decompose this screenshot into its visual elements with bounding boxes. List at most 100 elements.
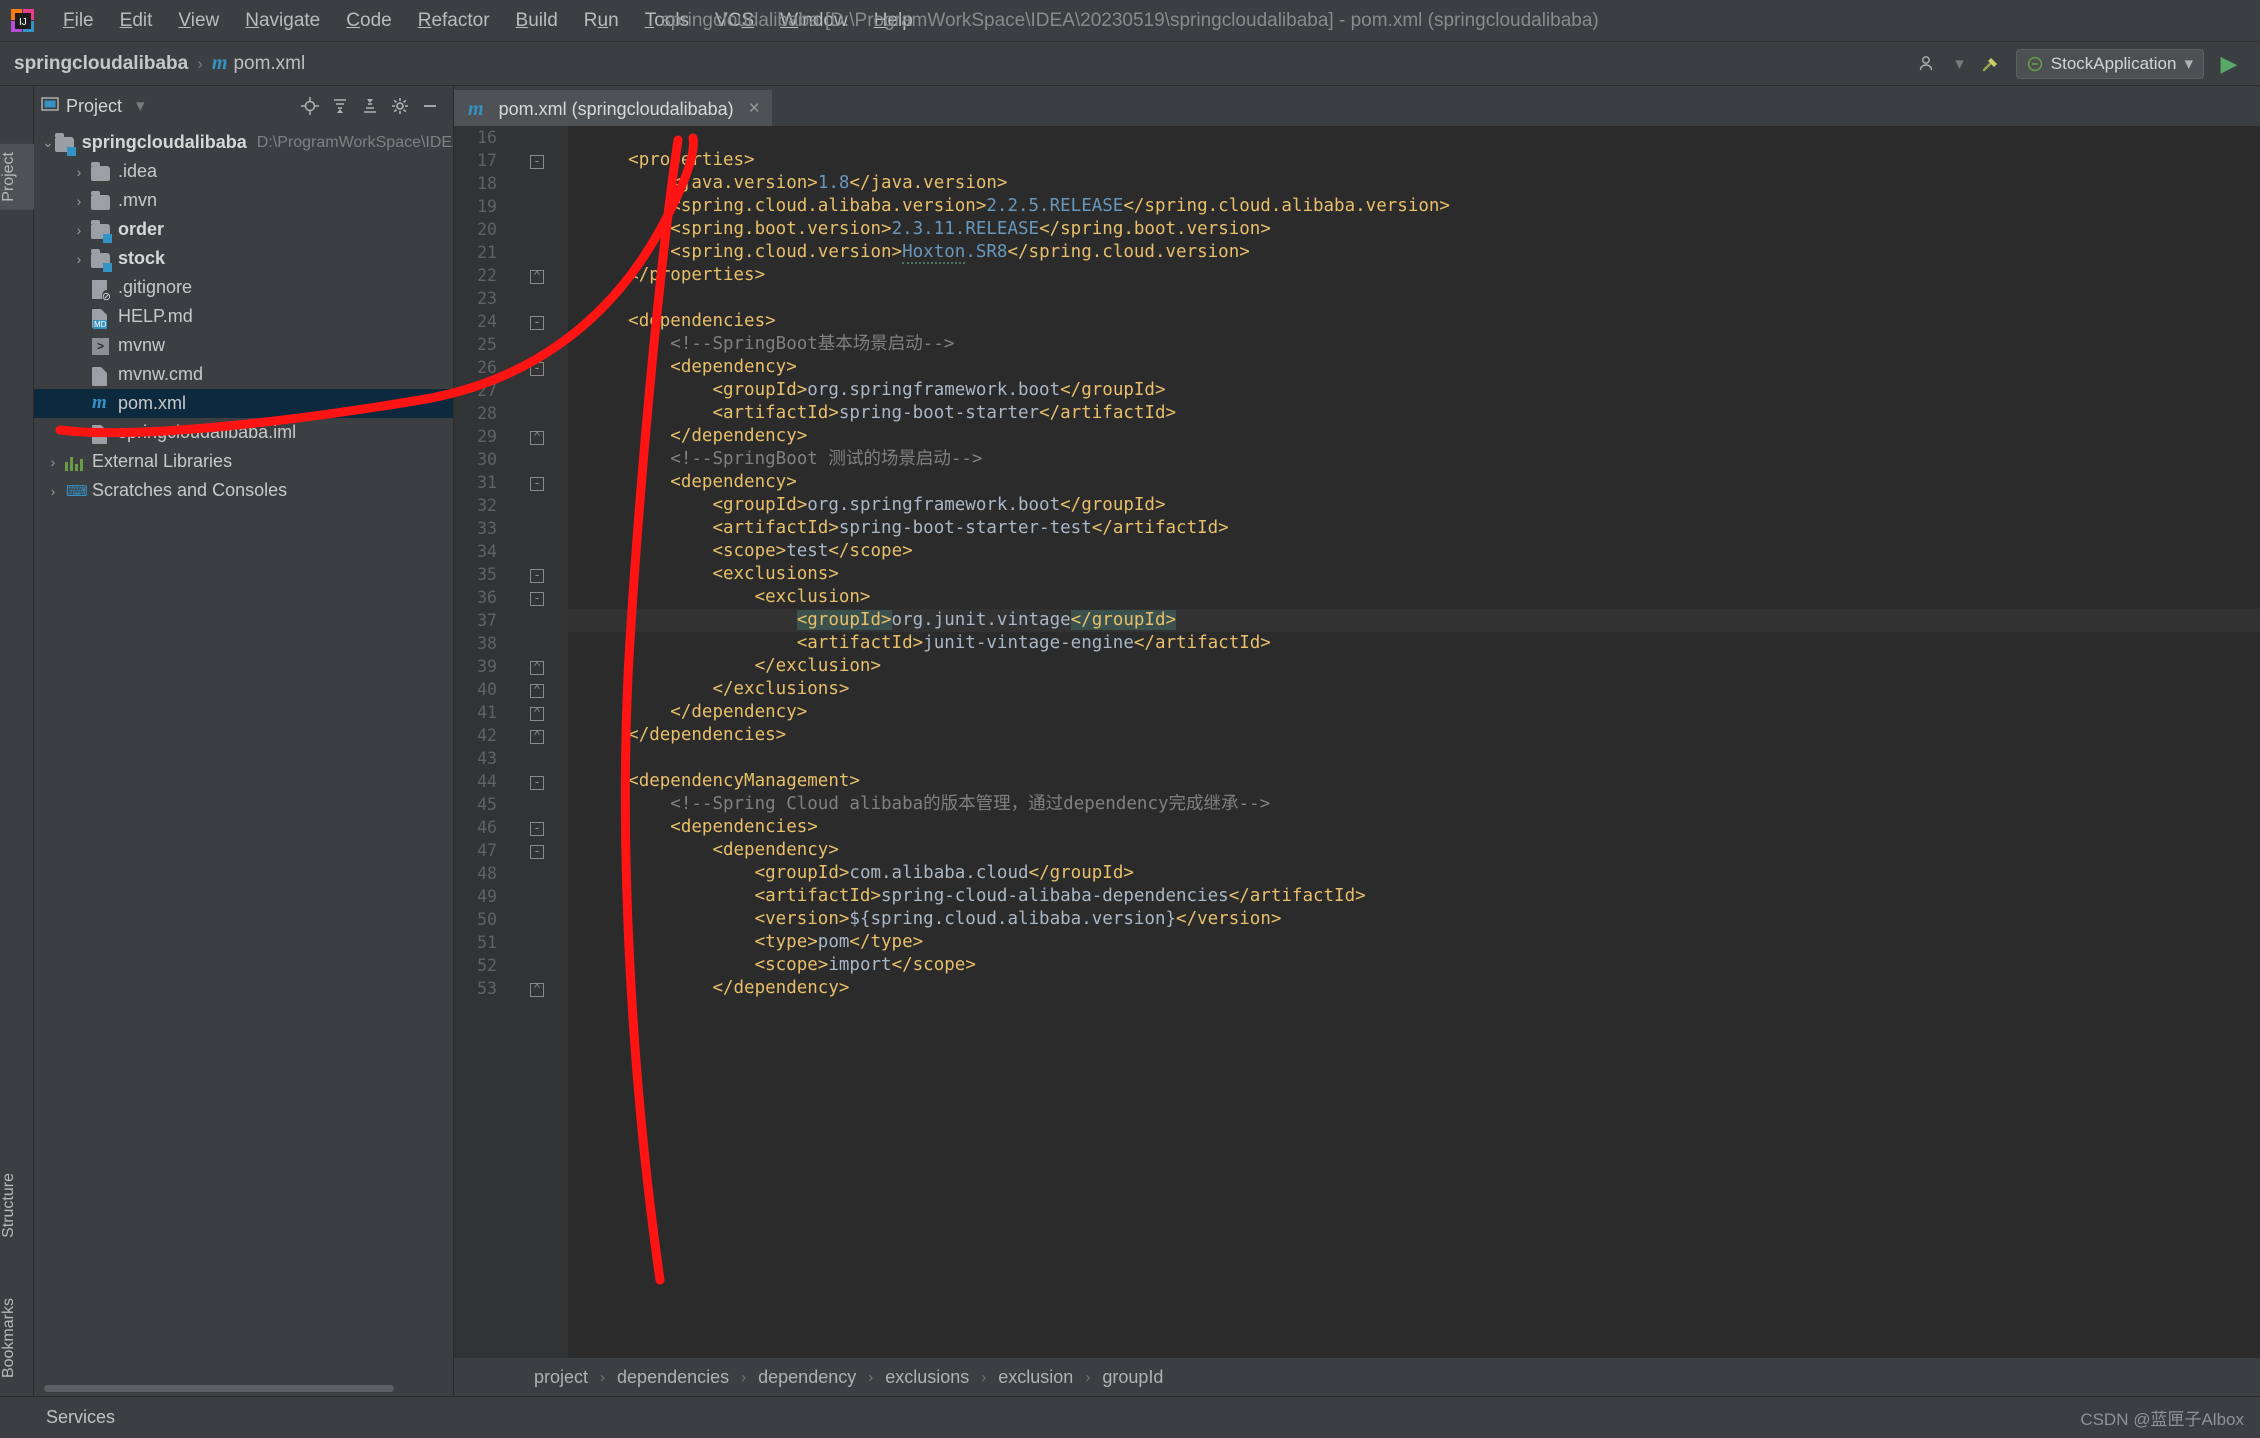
code-line[interactable]: <dependencies> <box>568 816 2260 839</box>
menu-edit[interactable]: Edit <box>107 6 166 36</box>
navbar-crumb-file[interactable]: pom.xml <box>233 53 305 75</box>
tree-node-stock[interactable]: › stock <box>34 244 453 273</box>
breadcrumb-groupid[interactable]: groupId <box>1102 1367 1163 1388</box>
fold-toggle-icon[interactable]: - <box>520 839 568 862</box>
tree-node-scratches[interactable]: › ⌨ Scratches and Consoles <box>34 476 453 505</box>
fold-toggle-icon[interactable]: ⌃ <box>520 264 568 287</box>
menu-code[interactable]: Code <box>333 6 404 36</box>
tree-node-help-md[interactable]: MD HELP.md <box>34 302 453 331</box>
project-tree[interactable]: ⌄ springcloudalibaba D:\ProgramWorkSpace… <box>34 126 453 1380</box>
breadcrumb-dependencies[interactable]: dependencies <box>617 1367 729 1388</box>
tree-node-iml[interactable]: springcloudalibaba.iml <box>34 418 453 447</box>
fold-toggle-icon[interactable]: - <box>520 310 568 333</box>
code-text[interactable]: <properties> <java.version>1.8</java.ver… <box>568 126 2260 1358</box>
tree-node-mvnw[interactable]: > mvnw <box>34 331 453 360</box>
chevron-right-icon[interactable]: › <box>68 164 90 180</box>
menu-window[interactable]: Window <box>767 6 861 36</box>
code-line[interactable]: <exclusions> <box>568 563 2260 586</box>
code-line[interactable]: <groupId>org.junit.vintage</groupId> <box>568 609 2260 632</box>
tree-node-springcloudalibaba[interactable]: ⌄ springcloudalibaba D:\ProgramWorkSpace… <box>34 128 453 157</box>
code-line[interactable]: <artifactId>spring-boot-starter</artifac… <box>568 402 2260 425</box>
run-configuration-selector[interactable]: StockApplication ▾ <box>2015 48 2204 79</box>
menu-file[interactable]: FFileile <box>50 6 107 36</box>
code-line[interactable]: <version>${spring.cloud.alibaba.version}… <box>568 908 2260 931</box>
settings-gear-icon[interactable] <box>387 93 413 119</box>
code-line[interactable]: <!--SpringBoot基本场景启动--> <box>568 333 2260 356</box>
code-line[interactable]: <properties> <box>568 149 2260 172</box>
fold-toggle-icon[interactable]: - <box>520 471 568 494</box>
fold-toggle-icon[interactable]: ⌃ <box>520 678 568 701</box>
tool-tab-project[interactable]: Project <box>0 144 34 210</box>
services-button[interactable]: Services <box>46 1407 115 1428</box>
code-line[interactable]: </dependencies> <box>568 724 2260 747</box>
fold-toggle-icon[interactable]: - <box>520 816 568 839</box>
fold-toggle-icon[interactable]: - <box>520 770 568 793</box>
code-line[interactable]: </exclusion> <box>568 655 2260 678</box>
code-line[interactable]: <dependency> <box>568 471 2260 494</box>
menu-view[interactable]: View <box>165 6 232 36</box>
code-line[interactable]: <exclusion> <box>568 586 2260 609</box>
chevron-right-icon[interactable]: › <box>42 483 64 499</box>
code-line[interactable]: <spring.cloud.alibaba.version>2.2.5.RELE… <box>568 195 2260 218</box>
code-line[interactable]: </properties> <box>568 264 2260 287</box>
fold-toggle-icon[interactable]: ⌃ <box>520 724 568 747</box>
breadcrumb-project[interactable]: project <box>534 1367 588 1388</box>
hide-panel-icon[interactable] <box>417 93 443 119</box>
code-line[interactable]: </exclusions> <box>568 678 2260 701</box>
tool-tab-structure[interactable]: Structure <box>0 1165 34 1246</box>
avatar-dropdown-icon[interactable]: ▾ <box>1955 54 1964 74</box>
code-line[interactable]: <artifactId>spring-boot-starter-test</ar… <box>568 517 2260 540</box>
code-line[interactable]: <groupId>org.springframework.boot</group… <box>568 494 2260 517</box>
fold-toggle-icon[interactable]: ⌃ <box>520 701 568 724</box>
fold-toggle-icon[interactable]: ⌃ <box>520 655 568 678</box>
menu-tools[interactable]: Tools <box>632 6 702 36</box>
code-line[interactable] <box>568 287 2260 310</box>
tree-node-mvn[interactable]: › .mvn <box>34 186 453 215</box>
breadcrumb-exclusions[interactable]: exclusions <box>885 1367 969 1388</box>
menu-run[interactable]: Run <box>571 6 632 36</box>
code-line[interactable]: <scope>test</scope> <box>568 540 2260 563</box>
chevron-right-icon[interactable]: › <box>68 193 90 209</box>
project-horizontal-scrollbar[interactable] <box>34 1380 453 1396</box>
tree-node-mvnw-cmd[interactable]: mvnw.cmd <box>34 360 453 389</box>
tree-node-idea[interactable]: › .idea <box>34 157 453 186</box>
tree-node-order[interactable]: › order <box>34 215 453 244</box>
fold-toggle-icon[interactable]: ⌃ <box>520 977 568 1000</box>
code-folding-gutter[interactable]: - ⌃ - - ⌃ - -- ⌃ ⌃ ⌃ ⌃ - -- ⌃ <box>520 126 568 1358</box>
code-line[interactable]: <artifactId>junit-vintage-engine</artifa… <box>568 632 2260 655</box>
project-panel-dropdown-icon[interactable]: ▾ <box>136 96 145 116</box>
hammer-build-icon[interactable] <box>1976 49 2006 79</box>
code-line[interactable]: <spring.cloud.version>Hoxton.SR8</spring… <box>568 241 2260 264</box>
menu-navigate[interactable]: Navigate <box>232 6 333 36</box>
breadcrumb-exclusion[interactable]: exclusion <box>998 1367 1073 1388</box>
code-line[interactable]: <artifactId>spring-cloud-alibaba-depende… <box>568 885 2260 908</box>
code-line[interactable]: <!--SpringBoot 测试的场景启动--> <box>568 448 2260 471</box>
close-icon[interactable]: × <box>749 98 760 120</box>
code-view[interactable]: 16 17 18 19 20 21 22 23 24 25 26 27 28 29 30 31 32 33 34 35… <box>454 126 2260 1358</box>
run-config-dropdown-icon[interactable]: ▾ <box>2184 54 2193 74</box>
code-line[interactable] <box>568 747 2260 770</box>
expand-all-icon[interactable] <box>327 93 353 119</box>
fold-toggle-icon[interactable]: - <box>520 356 568 379</box>
code-line[interactable]: <dependency> <box>568 356 2260 379</box>
breadcrumb-dependency[interactable]: dependency <box>758 1367 856 1388</box>
chevron-down-icon[interactable]: ⌄ <box>42 134 54 151</box>
code-line[interactable]: <type>pom</type> <box>568 931 2260 954</box>
fold-toggle-icon[interactable]: - <box>520 586 568 609</box>
code-line[interactable]: <groupId>com.alibaba.cloud</groupId> <box>568 862 2260 885</box>
fold-toggle-icon[interactable]: - <box>520 149 568 172</box>
code-line[interactable]: <spring.boot.version>2.3.11.RELEASE</spr… <box>568 218 2260 241</box>
code-line[interactable]: <dependencyManagement> <box>568 770 2260 793</box>
tree-node-external-libraries[interactable]: › External Libraries <box>34 447 453 476</box>
fold-toggle-icon[interactable]: - <box>520 563 568 586</box>
chevron-right-icon[interactable]: › <box>42 454 64 470</box>
editor-tab-pom-xml[interactable]: m pom.xml (springcloudalibaba) × <box>454 90 772 126</box>
code-line[interactable] <box>568 126 2260 149</box>
code-line[interactable]: <dependencies> <box>568 310 2260 333</box>
user-avatar-icon[interactable] <box>1913 49 1943 79</box>
tool-tab-bookmarks[interactable]: Bookmarks <box>0 1290 34 1386</box>
code-line[interactable]: <dependency> <box>568 839 2260 862</box>
menu-vcs[interactable]: VCS <box>702 6 767 36</box>
tree-node-pom-xml[interactable]: m pom.xml <box>34 389 453 418</box>
chevron-right-icon[interactable]: › <box>68 222 90 238</box>
